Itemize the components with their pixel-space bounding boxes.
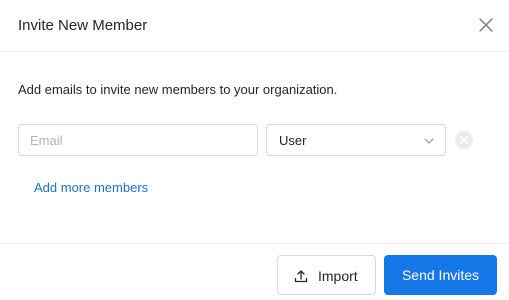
chevron-down-icon (424, 138, 434, 144)
add-more-members-link[interactable]: Add more members (34, 180, 148, 196)
remove-row-icon (460, 136, 468, 144)
send-invites-button[interactable]: Send Invites (384, 255, 497, 295)
email-input[interactable] (18, 124, 258, 156)
upload-icon (294, 270, 308, 283)
remove-row-button[interactable] (455, 131, 473, 149)
close-icon (479, 18, 493, 32)
role-select[interactable]: User (266, 124, 446, 156)
dialog-header: Invite New Member (0, 0, 509, 52)
invite-member-dialog: Invite New Member Add emails to invite n… (0, 0, 509, 300)
send-invites-label: Send Invites (401, 267, 480, 283)
import-button[interactable]: Import (277, 255, 376, 295)
role-select-value: User (279, 133, 307, 148)
import-button-label: Import (318, 268, 358, 284)
dialog-title: Invite New Member (18, 17, 148, 34)
dialog-description: Add emails to invite new members to your… (18, 82, 338, 97)
close-button[interactable] (476, 15, 496, 35)
